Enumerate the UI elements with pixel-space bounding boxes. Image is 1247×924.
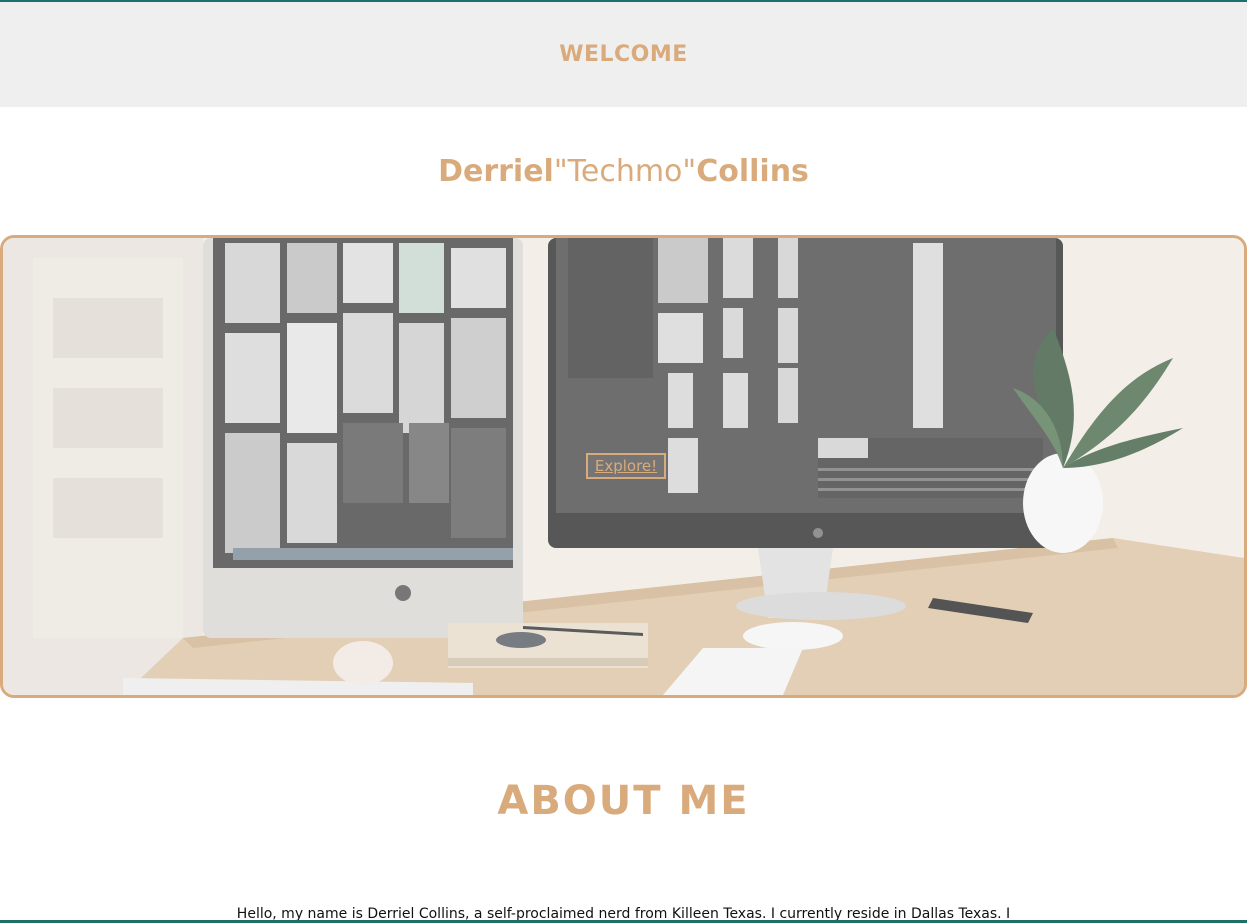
title-first-name: Derriel bbox=[438, 154, 554, 189]
header-bar: WELCOME bbox=[0, 0, 1247, 107]
title-last-name: Collins bbox=[696, 154, 809, 189]
explore-button[interactable]: Explore! bbox=[586, 453, 666, 479]
site-title: Derriel"Techmo"Collins bbox=[0, 153, 1247, 191]
welcome-heading: WELCOME bbox=[559, 42, 688, 67]
title-nickname: "Techmo" bbox=[553, 154, 697, 189]
about-heading: ABOUT ME bbox=[497, 778, 750, 824]
